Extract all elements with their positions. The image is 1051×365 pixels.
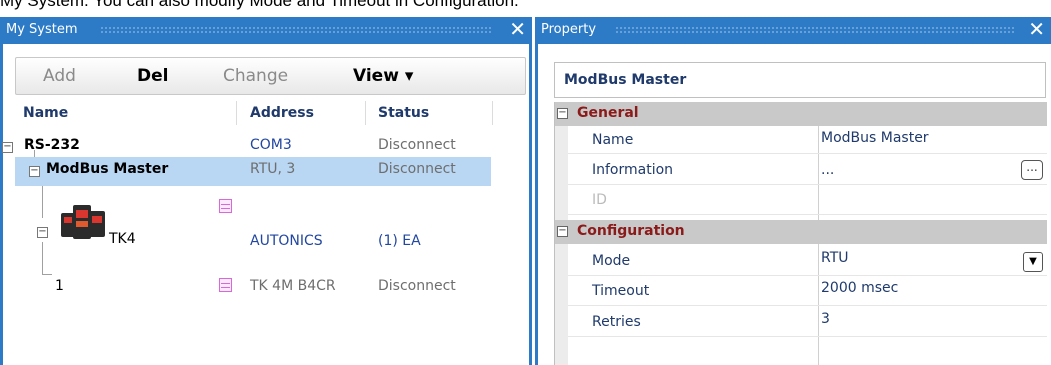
grid-line bbox=[568, 153, 1047, 154]
change-button[interactable]: Change bbox=[223, 66, 288, 86]
property-mode-value[interactable]: RTU bbox=[821, 250, 849, 266]
register-map-icon bbox=[219, 278, 232, 292]
column-header-name[interactable]: Name bbox=[23, 105, 68, 121]
tree-row-status: Disconnect bbox=[378, 161, 456, 177]
column-separator[interactable] bbox=[236, 101, 237, 125]
dropdown-arrow-icon[interactable]: ▼ bbox=[1023, 252, 1043, 272]
grid-line bbox=[568, 305, 1047, 306]
property-panel: Property ✕ ModBus Master − General Name … bbox=[535, 17, 1051, 365]
tree-row-address: AUTONICS bbox=[250, 233, 323, 249]
property-grid: − General Name ModBus Master Information… bbox=[554, 102, 1047, 365]
property-information-label: Information bbox=[592, 162, 674, 178]
property-retries-label: Retries bbox=[592, 314, 641, 330]
grid-line bbox=[568, 336, 1047, 337]
collapse-icon[interactable]: − bbox=[37, 227, 48, 238]
category-label: General bbox=[577, 105, 639, 121]
register-map-icon bbox=[219, 199, 232, 213]
property-id-label: ID bbox=[592, 192, 607, 208]
panel-border-left bbox=[535, 44, 538, 365]
my-system-titlebar: My System ✕ bbox=[0, 17, 532, 44]
property-name-value[interactable]: ModBus Master bbox=[821, 130, 929, 146]
property-object-header: ModBus Master bbox=[554, 62, 1046, 98]
column-header-address[interactable]: Address bbox=[250, 105, 314, 121]
property-timeout-label: Timeout bbox=[592, 283, 650, 299]
my-system-title: My System bbox=[6, 22, 78, 37]
tree-row-status: (1) EA bbox=[378, 233, 421, 249]
property-mode-label: Mode bbox=[592, 253, 631, 269]
grid-line bbox=[568, 214, 1047, 215]
property-retries-value[interactable]: 3 bbox=[821, 311, 830, 327]
tree-line bbox=[42, 182, 43, 218]
column-header-status[interactable]: Status bbox=[378, 105, 429, 121]
category-configuration[interactable]: − Configuration bbox=[555, 220, 1047, 244]
grid-line bbox=[568, 275, 1047, 276]
temperature-controller-icon bbox=[61, 205, 105, 239]
property-title: Property bbox=[541, 22, 597, 37]
collapse-icon[interactable]: − bbox=[2, 142, 13, 153]
tree-row-address: COM3 bbox=[250, 137, 292, 153]
caption-text: My System. You can also modify Mode and … bbox=[0, 0, 519, 10]
property-object-name: ModBus Master bbox=[564, 72, 687, 88]
collapse-icon[interactable]: − bbox=[557, 226, 568, 237]
panel-border-right bbox=[529, 44, 532, 365]
property-name-label: Name bbox=[592, 132, 634, 148]
collapse-icon[interactable]: − bbox=[29, 166, 40, 177]
collapse-icon[interactable]: − bbox=[557, 108, 568, 119]
tree-row-address: TK 4M B4CR bbox=[250, 278, 336, 294]
view-menu-button[interactable]: View ▾ bbox=[353, 66, 413, 86]
category-label: Configuration bbox=[577, 223, 685, 239]
property-titlebar: Property ✕ bbox=[535, 17, 1051, 44]
tree-line bbox=[42, 242, 43, 274]
tree-row-name: ModBus Master bbox=[46, 161, 169, 177]
add-button[interactable]: Add bbox=[43, 66, 76, 86]
my-system-panel: My System ✕ Add Del Change View ▾ Name A… bbox=[0, 17, 532, 365]
my-system-toolbar: Add Del Change View ▾ bbox=[15, 57, 526, 95]
tree-row-address: RTU, 3 bbox=[250, 161, 296, 177]
grid-line bbox=[568, 184, 1047, 185]
column-separator[interactable] bbox=[492, 101, 493, 125]
column-splitter[interactable] bbox=[818, 126, 819, 220]
property-timeout-value[interactable]: 2000 msec bbox=[821, 280, 898, 296]
titlebar-grip bbox=[100, 26, 492, 35]
tree-line bbox=[42, 274, 52, 275]
tree-row-status: Disconnect bbox=[378, 137, 456, 153]
tree-row-name: RS-232 bbox=[24, 137, 80, 153]
close-icon[interactable]: ✕ bbox=[509, 18, 526, 40]
column-separator[interactable] bbox=[365, 101, 366, 125]
tree-row-status: Disconnect bbox=[378, 278, 456, 294]
titlebar-grip bbox=[615, 26, 1015, 35]
property-information-value[interactable]: ... bbox=[821, 162, 834, 178]
tree-row-name: TK4 bbox=[109, 231, 136, 247]
panel-border-left bbox=[0, 44, 3, 365]
category-general[interactable]: − General bbox=[555, 102, 1047, 126]
close-icon[interactable]: ✕ bbox=[1028, 18, 1045, 40]
del-button[interactable]: Del bbox=[137, 66, 168, 86]
tree-row-name: 1 bbox=[55, 278, 64, 294]
ellipsis-button[interactable]: ... bbox=[1021, 160, 1043, 180]
